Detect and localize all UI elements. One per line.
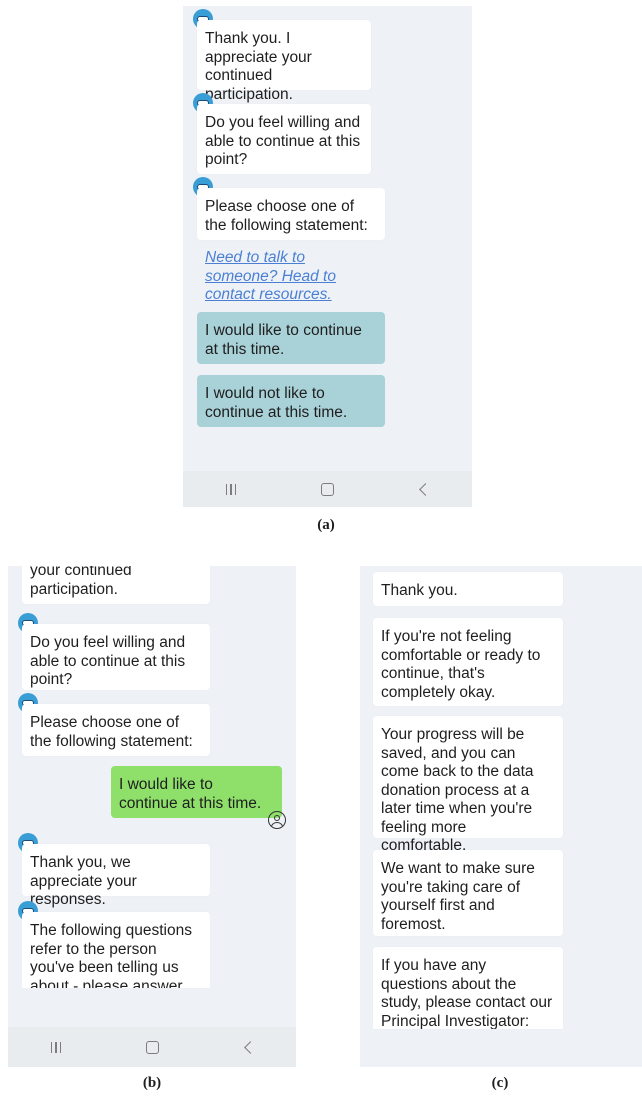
bot-message: your continued participation. — [22, 566, 210, 604]
user-avatar-icon — [268, 811, 286, 829]
home-icon[interactable] — [132, 1029, 172, 1065]
bot-message: If you have any questions about the stud… — [373, 947, 563, 1029]
caption-b: (b) — [142, 1075, 162, 1091]
phone-screen-a: Thank you. I appreciate your continued p… — [183, 6, 472, 507]
bot-message: Please choose one of the following state… — [22, 704, 210, 756]
bot-message: Do you feel willing and able to continue… — [197, 104, 371, 174]
user-reply-message: I would like to continue at this time. — [111, 766, 282, 818]
caption-a: (a) — [317, 517, 335, 533]
recent-apps-icon[interactable] — [211, 471, 251, 507]
back-icon[interactable] — [404, 471, 444, 507]
contact-resources-link[interactable]: Need to talk to someone? Head to contact… — [205, 249, 381, 305]
bot-message: We want to make sure you're taking care … — [373, 850, 563, 936]
bot-message: Thank you, we appreciate your responses. — [22, 844, 210, 908]
bot-message: Thank you. I appreciate your continued p… — [197, 20, 371, 103]
bot-message: Thank you. — [373, 572, 563, 606]
caption-c: (c) — [491, 1075, 509, 1091]
bot-message: Your progress will be saved, and you can… — [373, 716, 563, 854]
system-nav-bar — [8, 1027, 296, 1067]
continue-choice-button[interactable]: I would like to continue at this time. — [197, 312, 385, 364]
home-icon[interactable] — [307, 471, 347, 507]
bot-message: If you're not feeling comfortable or rea… — [373, 618, 563, 706]
bot-message: Do you feel willing and able to continue… — [22, 624, 210, 690]
recent-apps-icon[interactable] — [36, 1029, 76, 1065]
system-nav-bar — [183, 471, 472, 507]
not-continue-choice-button[interactable]: I would not like to continue at this tim… — [197, 375, 385, 427]
back-icon[interactable] — [228, 1029, 268, 1065]
bot-message: Please choose one of the following state… — [197, 188, 385, 240]
bot-message: The following questions refer to the per… — [22, 912, 210, 988]
phone-screen-b: your continued participation. Do you fee… — [8, 566, 296, 1067]
phone-screen-c: Thank you. If you're not feeling comfort… — [360, 566, 642, 1067]
